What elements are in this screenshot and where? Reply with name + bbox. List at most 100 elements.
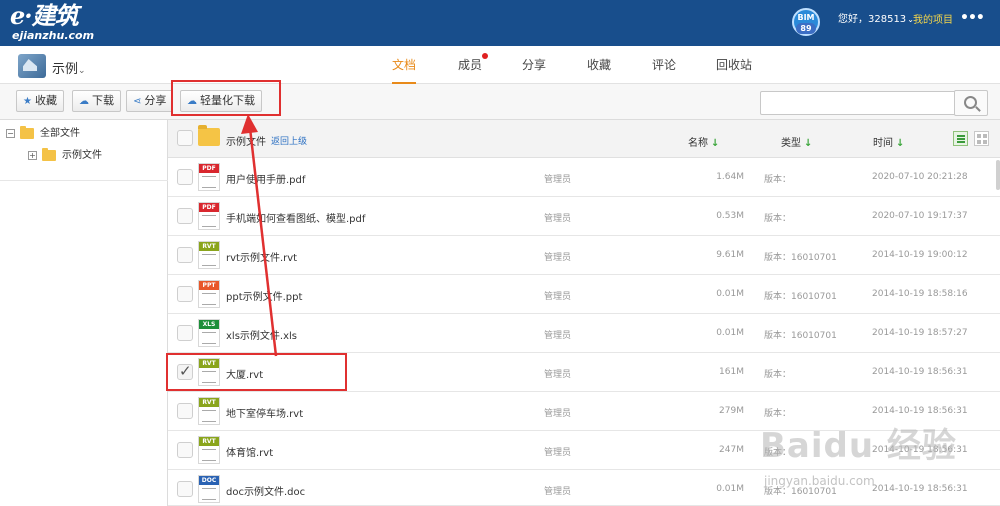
file-version: 版本：16010701 [764,253,837,263]
button-label: 收藏 [34,94,57,107]
file-owner: 管理员 [544,292,572,302]
file-row[interactable]: XLS xls示例文件.xls 管理员 0.01M 版本：16010701 20… [168,314,1000,353]
file-version: 版本： [764,214,792,224]
file-name[interactable]: xls示例文件.xls [226,327,297,342]
file-name[interactable]: 地下室停车场.rvt [226,405,303,420]
file-size: 279M [719,406,744,416]
project-name: 示例 [52,62,79,77]
bim-badge-label: BIM [797,13,815,22]
more-menu-icon[interactable]: ••• [960,10,985,26]
file-time: 2020-07-10 19:17:37 [872,211,968,221]
folder-icon [198,125,220,146]
row-checkbox[interactable] [177,169,193,185]
file-size: 161M [719,367,744,377]
project-nav: 示例⌄ 文档 成员 分享 收藏 评论 回收站 [0,46,1000,84]
tab-comments[interactable]: 评论 [652,56,676,84]
sort-by-name[interactable]: 名称 ↓ [688,134,719,149]
file-size: 0.53M [716,211,744,221]
file-time: 2020-07-10 20:21:28 [872,172,968,182]
file-owner: 管理员 [544,370,572,380]
tab-documents[interactable]: 文档 [392,56,416,84]
file-type-tag: RVT [199,242,219,251]
file-version: 版本：16010701 [764,331,837,341]
column-label: 名称 [688,138,708,149]
column-label: 时间 [873,138,893,149]
row-checkbox[interactable] [177,325,193,341]
project-switcher[interactable]: 示例⌄ [52,58,86,77]
file-type-tag: XLS [199,320,219,329]
file-version: 版本：16010701 [764,292,837,302]
arrow-down-icon: ↓ [711,138,720,149]
expand-icon[interactable]: + [28,150,37,160]
sort-by-time[interactable]: 时间 ↓ [873,134,904,149]
annotation-box-selected-file [166,353,347,391]
notification-dot [482,53,488,59]
file-row[interactable]: RVT rvt示例文件.rvt 管理员 9.61M 版本：16010701 20… [168,236,1000,275]
button-label: 下载 [92,94,114,107]
rvt-file-icon: RVT [198,241,220,269]
row-checkbox[interactable] [177,481,193,497]
file-type-tag: PPT [199,281,219,290]
file-name[interactable]: 用户使用手册.pdf [226,171,305,186]
tab-label: 收藏 [587,58,612,72]
tree-item-sample[interactable]: + 示例文件 [28,147,102,165]
file-version: 版本： [764,370,792,380]
tree-item-root[interactable]: − 全部文件 [6,125,80,143]
logo-domain: ejianzhu.com [12,29,95,42]
file-row[interactable]: PDF 用户使用手册.pdf 管理员 1.64M 版本： 2020-07-10 … [168,158,1000,197]
tab-members[interactable]: 成员 [458,53,488,84]
row-checkbox[interactable] [177,403,193,419]
tab-recycle-bin[interactable]: 回收站 [716,56,752,84]
file-time: 2014-10-19 18:57:27 [872,328,968,338]
file-name[interactable]: ppt示例文件.ppt [226,288,302,303]
favorite-button[interactable]: ★ 收藏 [16,90,64,112]
my-project-link[interactable]: 我的项目 [913,14,953,28]
download-button[interactable]: ☁ 下载 [72,90,121,112]
row-checkbox[interactable] [177,442,193,458]
scrollbar-thumb[interactable] [996,160,1000,190]
tab-label: 回收站 [716,58,753,72]
file-name[interactable]: 手机端如何查看图纸、模型.pdf [226,210,365,225]
file-name[interactable]: 体育馆.rvt [226,444,273,459]
row-checkbox[interactable] [177,247,193,263]
star-icon: ★ [23,96,32,107]
collapse-icon[interactable]: − [6,128,15,138]
search-input[interactable] [760,91,956,115]
search-button[interactable] [954,90,988,116]
rvt-file-icon: RVT [198,436,220,464]
share-icon: ⋖ [133,96,142,107]
select-all-checkbox[interactable] [177,130,193,146]
tab-label: 文档 [392,58,417,72]
cloud-download-icon: ☁ [79,96,89,107]
bim-badge-count: 89 [796,23,816,34]
tab-favorites[interactable]: 收藏 [587,56,611,84]
site-logo[interactable]: e·建筑 ejianzhu.com [10,2,95,42]
go-up-link[interactable]: 返回上级 [271,134,307,147]
file-size: 1.64M [716,172,744,182]
file-owner: 管理员 [544,175,572,185]
user-menu[interactable]: 您好，328513⌄ [838,13,914,27]
file-name[interactable]: doc示例文件.doc [226,483,305,498]
pdf-file-icon: PDF [198,202,220,230]
row-checkbox[interactable] [177,208,193,224]
file-time: 2014-10-19 19:00:12 [872,250,968,260]
watermark-url: jingyan.baidu.com [764,474,875,488]
file-type-tag: PDF [199,164,219,173]
bim-badge-icon[interactable]: BIM 89 [792,8,820,36]
file-type-tag: PDF [199,203,219,212]
file-row[interactable]: PDF 手机端如何查看图纸、模型.pdf 管理员 0.53M 版本： 2020-… [168,197,1000,236]
list-view-icon[interactable] [953,131,968,146]
share-button[interactable]: ⋖ 分享 [126,90,174,112]
sort-by-type[interactable]: 类型 ↓ [781,134,812,149]
file-owner: 管理员 [544,409,572,419]
file-owner: 管理员 [544,448,572,458]
tab-share[interactable]: 分享 [522,56,546,84]
top-header: e·建筑 ejianzhu.com BIM 89 您好，328513⌄ 我的项目… [0,0,1000,46]
grid-view-icon[interactable] [974,131,989,146]
file-time: 2014-10-19 18:56:31 [872,367,968,377]
tree-item-label: 全部文件 [40,128,80,139]
file-name[interactable]: rvt示例文件.rvt [226,249,297,264]
watermark-logo: Baidu 经验 [760,426,957,466]
row-checkbox[interactable] [177,286,193,302]
file-row[interactable]: PPT ppt示例文件.ppt 管理员 0.01M 版本：16010701 20… [168,275,1000,314]
